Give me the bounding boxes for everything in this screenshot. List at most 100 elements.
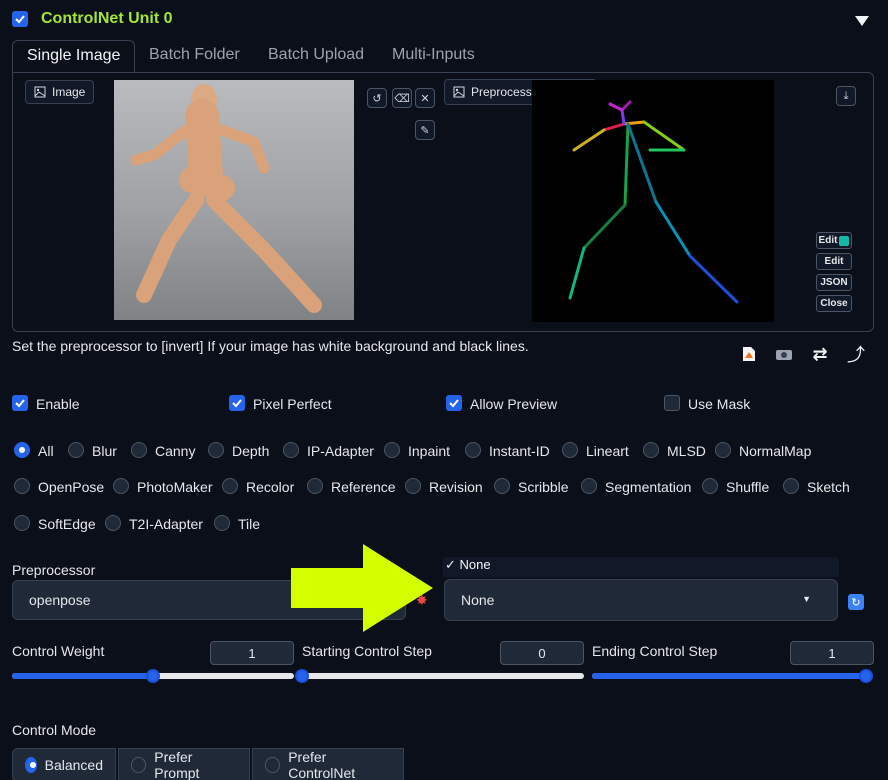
close-icon[interactable]: ✕ xyxy=(415,88,435,108)
tab-batch-upload[interactable]: Batch Upload xyxy=(268,40,364,72)
ending-step-slider[interactable] xyxy=(592,669,873,683)
ending-step-input[interactable]: 1 xyxy=(790,641,874,665)
mode-balanced-option[interactable]: Balanced xyxy=(12,748,116,780)
control-type-instant-id-radio[interactable] xyxy=(465,442,481,458)
control-type-revision-radio[interactable] xyxy=(405,478,421,494)
image-tag: Image xyxy=(25,80,95,104)
control-type-label: SoftEdge xyxy=(38,516,96,532)
tab-multi-inputs[interactable]: Multi-Inputs xyxy=(392,40,475,72)
control-type-canny-radio[interactable] xyxy=(131,442,147,458)
control-type-depth-radio[interactable] xyxy=(208,442,224,458)
pixel-perfect-checkbox[interactable] xyxy=(229,395,245,411)
input-image[interactable] xyxy=(114,80,354,320)
pixel-perfect-label: Pixel Perfect xyxy=(253,396,332,412)
slider-handle[interactable] xyxy=(295,669,309,683)
mode-label: Prefer ControlNet xyxy=(288,749,356,780)
slider-fill xyxy=(12,673,153,679)
edit-openpose-button[interactable]: Edit xyxy=(816,232,852,249)
control-weight-input[interactable]: 1 xyxy=(210,641,294,665)
check-icon xyxy=(15,399,25,408)
undo-icon[interactable]: ↺ xyxy=(367,88,387,108)
enable-checkbox[interactable] xyxy=(12,395,28,411)
radio-unselected xyxy=(265,757,281,773)
control-type-openpose-radio[interactable] xyxy=(14,478,30,494)
starting-step-slider[interactable] xyxy=(295,669,584,683)
control-type-shuffle-radio[interactable] xyxy=(702,478,718,494)
control-type-scribble-radio[interactable] xyxy=(494,478,510,494)
control-type-label: Recolor xyxy=(246,479,295,495)
send-dimensions-icon[interactable]: ⤴ xyxy=(844,343,868,365)
control-type-reference-radio[interactable] xyxy=(307,478,323,494)
control-type-label: Inpaint xyxy=(408,443,451,459)
control-type-mlsd-radio[interactable] xyxy=(643,442,659,458)
control-type-label: MLSD xyxy=(667,443,706,459)
control-type-label: Tile xyxy=(238,516,261,532)
download-icon[interactable]: ⤓ xyxy=(836,86,856,106)
editor-logo-icon xyxy=(839,235,850,246)
control-type-label: Revision xyxy=(429,479,483,495)
mannequin-figure xyxy=(130,84,322,313)
control-mode-label: Control Mode xyxy=(12,722,97,738)
use-mask-label: Use Mask xyxy=(688,396,751,412)
control-type-lineart-radio[interactable] xyxy=(562,442,578,458)
brush-icon[interactable]: ✎ xyxy=(415,120,435,140)
control-type-label: Blur xyxy=(92,443,117,459)
refresh-icon[interactable]: ↻ xyxy=(848,594,864,610)
allow-preview-label: Allow Preview xyxy=(470,396,558,412)
preprocessor-label: Preprocessor xyxy=(12,562,96,578)
control-type-label: Canny xyxy=(155,443,196,459)
new-canvas-icon[interactable] xyxy=(737,343,761,365)
image-icon xyxy=(34,86,46,98)
control-type-label: Shuffle xyxy=(726,479,770,495)
camera-icon[interactable] xyxy=(772,343,796,365)
control-type-blur-radio[interactable] xyxy=(68,442,84,458)
collapse-triangle-icon[interactable] xyxy=(855,16,869,26)
control-type-ip-adapter-radio[interactable] xyxy=(283,442,299,458)
json-button[interactable]: JSON xyxy=(816,274,852,291)
tab-single-image[interactable]: Single Image xyxy=(12,40,136,72)
control-type-recolor-radio[interactable] xyxy=(222,478,238,494)
tab-batch-folder[interactable]: Batch Folder xyxy=(149,40,240,72)
control-type-label: IP-Adapter xyxy=(307,443,374,459)
control-type-t2i-adapter-radio[interactable] xyxy=(105,515,121,531)
control-type-tile-radio[interactable] xyxy=(214,515,230,531)
control-type-normalmap-radio[interactable] xyxy=(715,442,731,458)
model-dropdown-option[interactable]: ✓ None xyxy=(443,557,839,577)
control-type-softedge-radio[interactable] xyxy=(14,515,30,531)
check-icon xyxy=(15,15,25,24)
unit-enable-checkbox[interactable] xyxy=(12,11,28,27)
mode-label: Balanced xyxy=(44,757,103,773)
allow-preview-checkbox[interactable] xyxy=(446,395,462,411)
image-icon xyxy=(453,86,465,98)
chevron-down-icon: ▼ xyxy=(802,594,811,604)
mode-prefer-prompt-option[interactable]: Prefer Prompt xyxy=(118,748,250,780)
checkmark-icon: ✓ xyxy=(445,557,460,572)
eraser-icon[interactable]: ⌫ xyxy=(392,88,412,108)
starting-step-input[interactable]: 0 xyxy=(500,641,584,665)
slider-handle[interactable] xyxy=(146,669,160,683)
control-type-inpaint-radio[interactable] xyxy=(384,442,400,458)
control-type-label: PhotoMaker xyxy=(137,479,213,495)
arrow-annotation-icon xyxy=(291,544,433,632)
control-type-label: Sketch xyxy=(807,479,850,495)
unit-title: ControlNet Unit 0 xyxy=(41,10,173,27)
swap-icon[interactable]: ⇄ xyxy=(808,343,832,365)
control-type-segmentation-radio[interactable] xyxy=(581,478,597,494)
control-type-all-radio[interactable] xyxy=(14,442,30,458)
close-button[interactable]: Close xyxy=(816,295,852,312)
openpose-skeleton xyxy=(568,100,739,304)
model-option-label: None xyxy=(459,557,491,572)
control-type-sketch-radio[interactable] xyxy=(783,478,799,494)
ending-step-label: Ending Control Step xyxy=(592,643,718,659)
edit-button[interactable]: Edit xyxy=(816,253,852,270)
radio-selected xyxy=(25,757,37,773)
control-type-label: All xyxy=(38,443,54,459)
mode-prefer-controlnet-option[interactable]: Prefer ControlNet xyxy=(252,748,404,780)
slider-handle[interactable] xyxy=(859,669,873,683)
model-dropdown[interactable]: None ▼ xyxy=(444,579,838,621)
control-type-photomaker-radio[interactable] xyxy=(113,478,129,494)
control-weight-slider[interactable] xyxy=(12,669,294,683)
preprocessor-value: openpose xyxy=(29,592,91,608)
use-mask-checkbox[interactable] xyxy=(664,395,680,411)
control-type-label: Segmentation xyxy=(605,479,692,495)
